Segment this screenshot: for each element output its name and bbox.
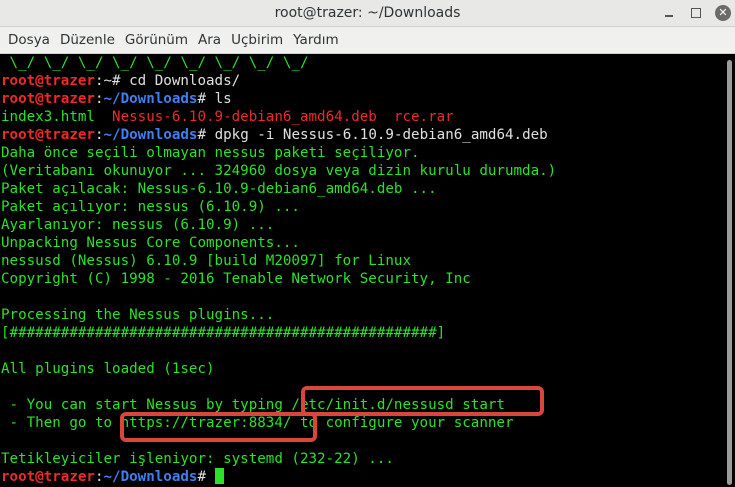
terminal-line: root@trazer:~# cd Downloads/: [0, 72, 722, 90]
minimize-icon: [665, 15, 673, 17]
prompt-user: root@trazer: [1, 469, 95, 485]
output-line: Paket açılıyor: nessus (6.10.9) ...: [1, 199, 300, 215]
highlight-box-command: [301, 386, 544, 416]
prompt-path: ~/Downloads: [103, 91, 198, 107]
highlight-box-url: [120, 412, 317, 442]
file-name: index3.html: [1, 109, 113, 125]
terminal-output[interactable]: \_/ \_/ \_/ \_/ \_/ \_/ \_/ \_/ \_/ root…: [0, 54, 722, 487]
menu-file[interactable]: Dosya: [3, 27, 55, 53]
close-icon: ✕: [718, 6, 728, 19]
window-title: root@trazer: ~/Downloads: [274, 5, 461, 21]
close-button[interactable]: ✕: [715, 5, 731, 21]
output-line: Unpacking Nessus Core Components...: [1, 235, 300, 251]
terminal-window: root@trazer: ~/Downloads ✕ Dosya Düzenle…: [0, 0, 735, 487]
output-line: All plugins loaded (1sec): [1, 361, 215, 377]
minimize-button[interactable]: [661, 5, 677, 21]
output-line: Tetikleyiciler işleniyor: systemd (232-2…: [1, 451, 394, 467]
prompt-user: root@trazer: [1, 91, 95, 107]
menu-edit[interactable]: Düzenle: [55, 27, 120, 53]
menu-bar: Dosya Düzenle Görünüm Ara Uçbirim Yardım: [0, 27, 735, 54]
prompt-path: ~/Downloads: [103, 127, 198, 143]
maximize-button[interactable]: [688, 5, 704, 21]
output-line: (Veritabanı okunuyor ... 324960 dosya ve…: [1, 163, 557, 179]
output-line: Ayarlanıyor: nessus (6.10.9) ...: [1, 217, 275, 233]
command-text: # dpkg -i Nessus-6.10.9-debian6_amd64.de…: [197, 127, 548, 143]
prompt-separator: :: [94, 469, 104, 485]
output-line: Paket açılacak: Nessus-6.10.9-debian6_am…: [1, 181, 437, 197]
prompt-separator: :: [94, 127, 104, 143]
terminal-line: root@trazer:~/Downloads#: [0, 468, 722, 486]
output-line: [#######################################…: [1, 325, 446, 341]
maximize-icon: [691, 8, 701, 18]
menu-search[interactable]: Ara: [193, 27, 226, 53]
text-cursor: [214, 468, 224, 484]
command-text: :~# cd Downloads/: [94, 73, 241, 89]
window-controls: ✕: [661, 5, 731, 21]
prompt-separator: :: [94, 91, 104, 107]
command-text: # ls: [197, 91, 232, 107]
prompt-path: ~/Downloads: [103, 469, 198, 485]
menu-view[interactable]: Görünüm: [120, 27, 193, 53]
output-line: Processing the Nessus plugins...: [1, 307, 275, 323]
output-line: Daha önce seçili olmayan nessus paketi s…: [1, 145, 420, 161]
terminal-line: root@trazer:~/Downloads# dpkg -i Nessus-…: [0, 126, 722, 144]
scrollbar-thumb[interactable]: [727, 60, 732, 485]
menu-terminal[interactable]: Uçbirim: [226, 27, 288, 53]
file-name: Nessus-6.10.9-debian6_amd64.deb: [112, 109, 377, 125]
command-text: #: [197, 469, 215, 485]
prompt-user: root@trazer: [1, 73, 95, 89]
banner-line: \_/ \_/ \_/ \_/ \_/ \_/ \_/ \_/ \_/: [1, 55, 309, 71]
menu-help[interactable]: Yardım: [288, 27, 343, 53]
file-name: rce.rar: [393, 109, 454, 125]
title-bar[interactable]: root@trazer: ~/Downloads ✕: [0, 0, 735, 27]
output-line: - Then go to https://trazer:8834/ to con…: [1, 415, 514, 431]
terminal-line: index3.html Nessus-6.10.9-debian6_amd64.…: [0, 108, 722, 126]
output-line: nessusd (Nessus) 6.10.9 [build M20097] f…: [1, 253, 411, 269]
output-line: Copyright (C) 1998 - 2016 Tenable Networ…: [1, 271, 471, 287]
prompt-user: root@trazer: [1, 127, 95, 143]
scrollbar[interactable]: [722, 54, 735, 487]
terminal-line: root@trazer:~/Downloads# ls: [0, 90, 722, 108]
